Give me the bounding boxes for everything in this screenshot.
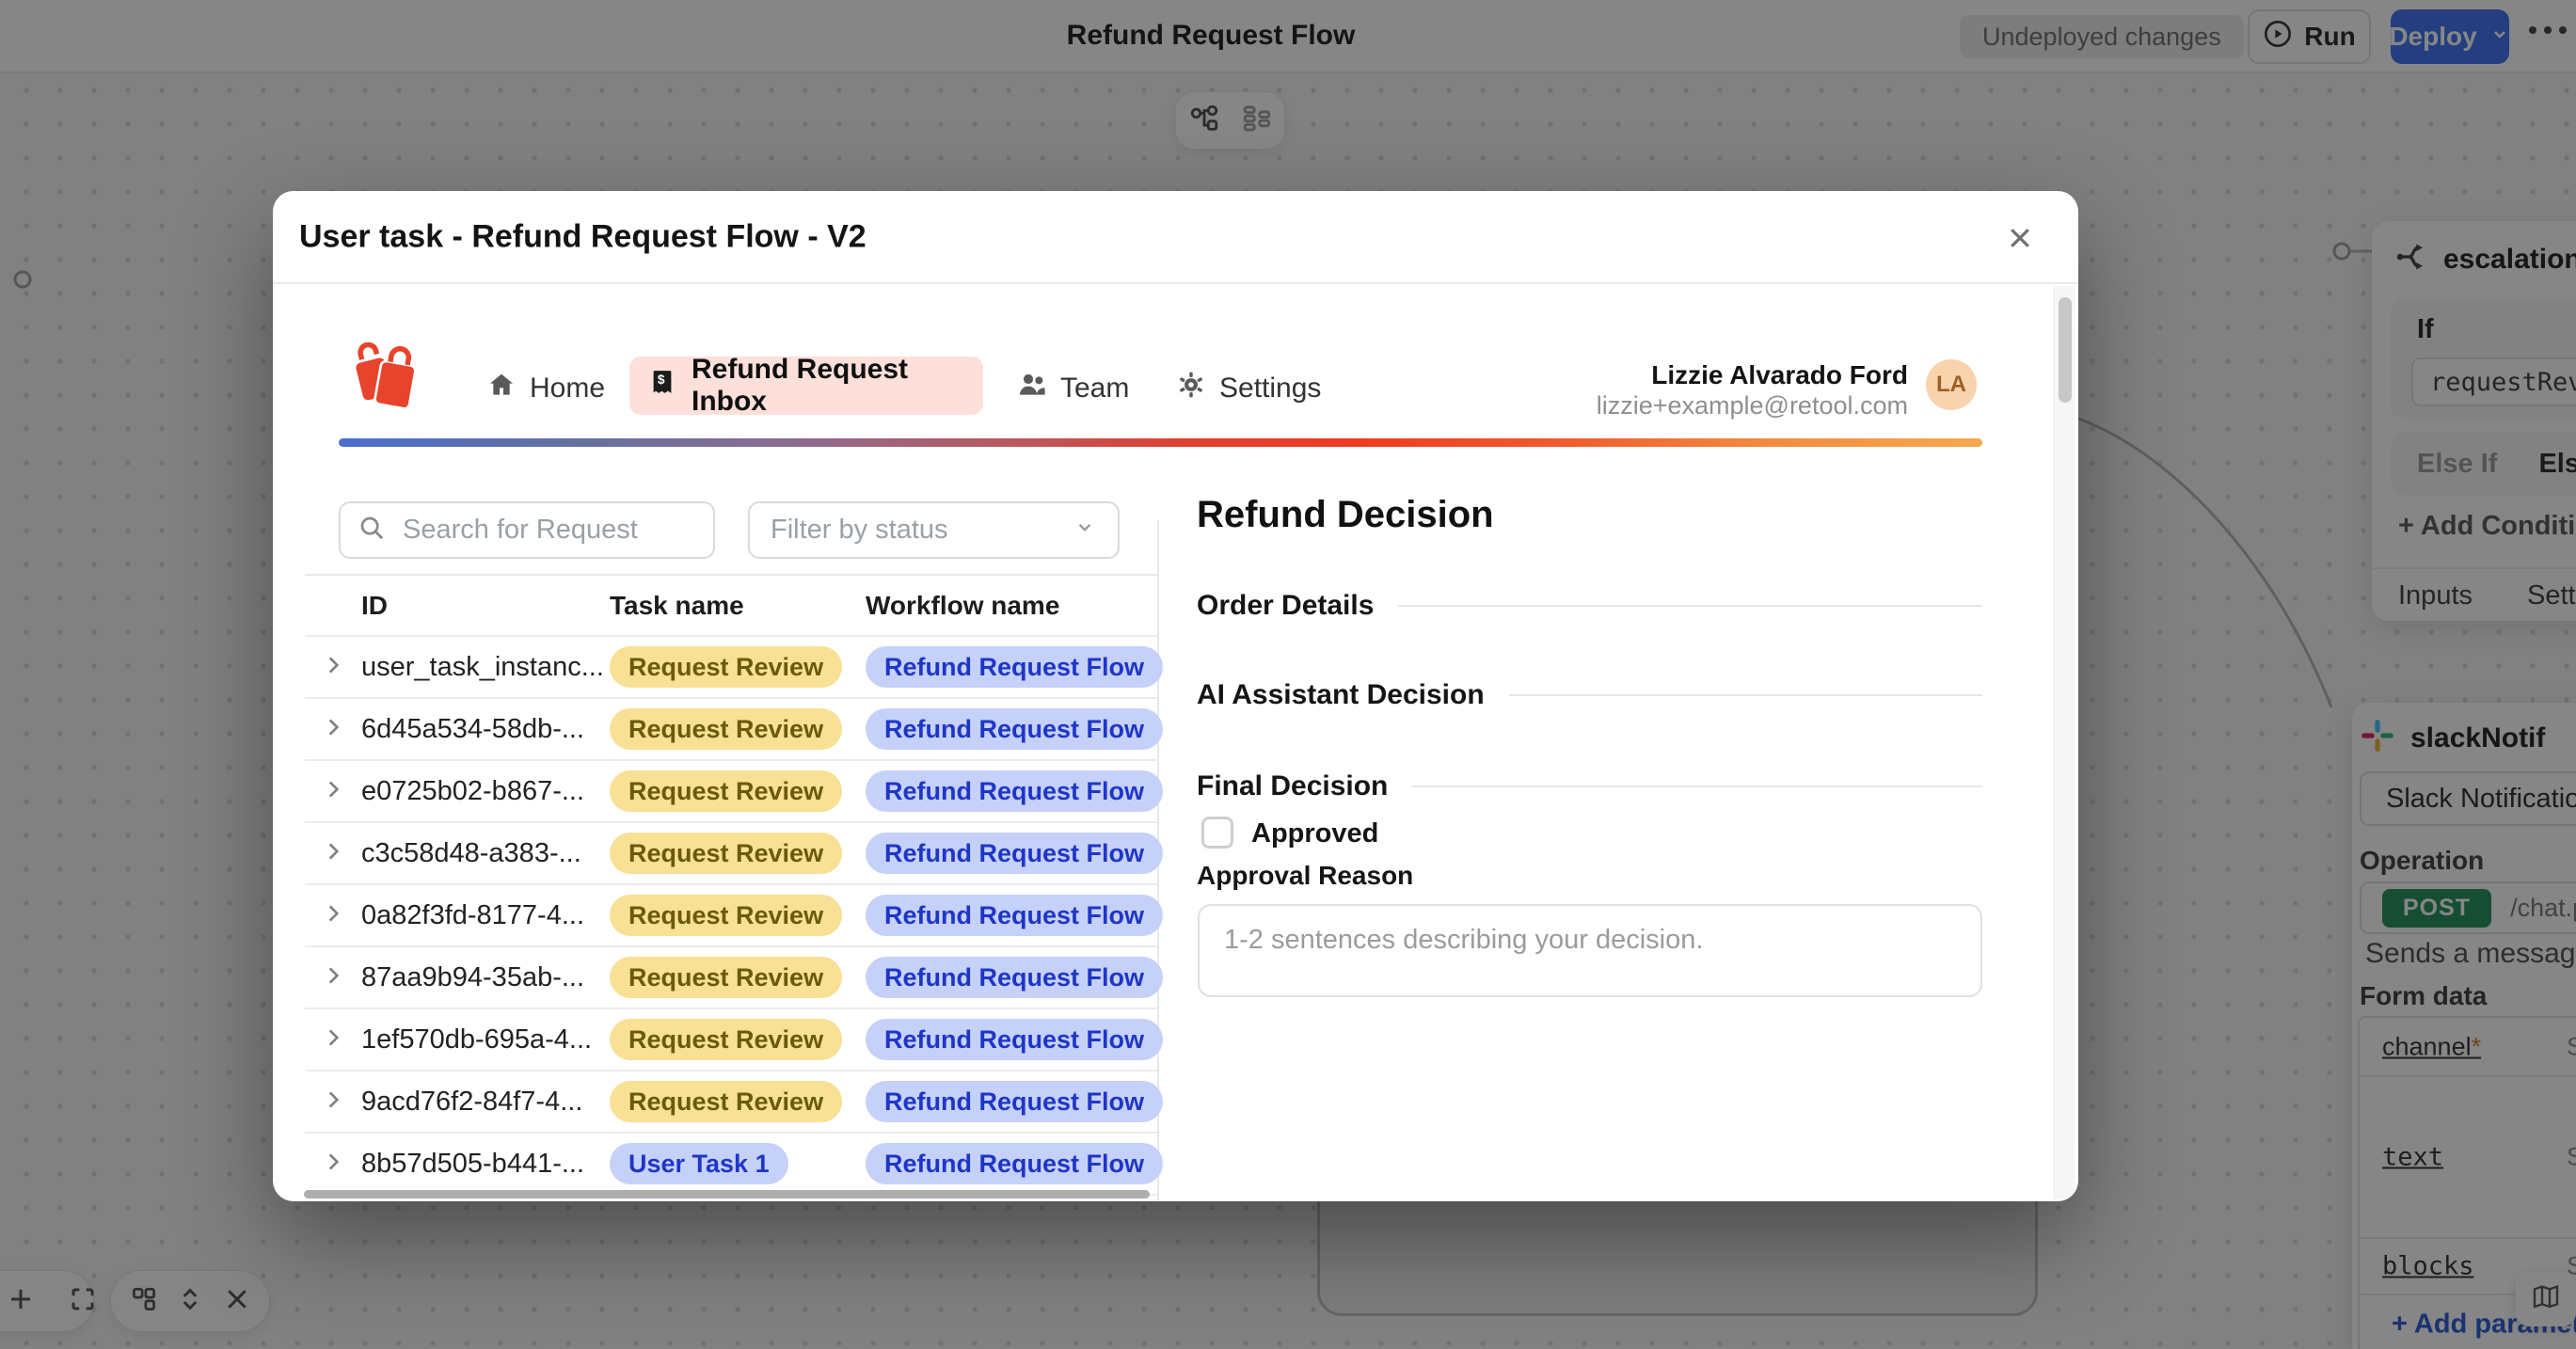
chevron-right-icon[interactable] xyxy=(321,839,345,868)
approved-label: Approved xyxy=(1251,818,1378,849)
task-badge: Request Review xyxy=(610,895,842,936)
task-badge: Request Review xyxy=(610,708,842,750)
shop-logo-icon xyxy=(350,339,420,417)
approved-checkbox[interactable] xyxy=(1201,817,1233,849)
table-row[interactable]: user_task_instanc... Request Review Refu… xyxy=(305,637,1157,699)
approval-reason-label: Approval Reason xyxy=(1197,861,1413,891)
table-row[interactable]: e0725b02-b867-... Request Review Refund … xyxy=(305,761,1157,823)
task-badge: Request Review xyxy=(610,957,842,998)
table-header: ID Task name Workflow name xyxy=(305,576,1157,637)
nav-refund-request-inbox[interactable]: $ Refund Request Inbox xyxy=(629,357,983,415)
task-badge: Request Review xyxy=(610,1019,842,1060)
workflow-badge: Refund Request Flow xyxy=(866,1081,1163,1122)
workflow-badge: Refund Request Flow xyxy=(866,708,1163,750)
modal-scrollbar-thumb[interactable] xyxy=(2059,297,2072,403)
chevron-right-icon[interactable] xyxy=(321,1087,345,1117)
workflow-badge: Refund Request Flow xyxy=(866,1019,1163,1060)
task-badge: User Task 1 xyxy=(610,1143,788,1184)
section-ai-assistant-decision: AI Assistant Decision xyxy=(1197,679,1982,711)
table-row[interactable]: 87aa9b94-35ab-... Request Review Refund … xyxy=(305,947,1157,1009)
workflow-badge: Refund Request Flow xyxy=(866,770,1163,812)
nav-settings[interactable]: Settings xyxy=(1176,370,1321,407)
col-id: ID xyxy=(361,591,610,621)
workflow-badge: Refund Request Flow xyxy=(866,895,1163,936)
avatar[interactable]: LA xyxy=(1926,359,1977,410)
horizontal-scrollbar[interactable] xyxy=(304,1190,1150,1198)
search-icon xyxy=(358,514,386,547)
chevron-right-icon[interactable] xyxy=(321,1150,345,1179)
table-row[interactable]: 0a82f3fd-8177-4... Request Review Refund… xyxy=(305,885,1157,947)
status-filter-select[interactable]: Filter by status xyxy=(748,501,1120,559)
chevron-right-icon[interactable] xyxy=(321,777,345,806)
team-icon xyxy=(1017,370,1047,407)
chevron-right-icon[interactable] xyxy=(321,963,345,992)
table-row[interactable]: 1ef570db-695a-4... Request Review Refund… xyxy=(305,1009,1157,1071)
section-final-decision: Final Decision xyxy=(1197,770,1982,802)
col-workflow-name: Workflow name xyxy=(866,591,1157,621)
chevron-right-icon[interactable] xyxy=(321,715,345,744)
user-name: Lizzie Alvarado Ford xyxy=(1496,360,1908,390)
table-row[interactable]: 8b57d505-b441-... User Task 1 Refund Req… xyxy=(305,1134,1157,1196)
modal-header: User task - Refund Request Flow - V2 xyxy=(273,191,2078,284)
svg-text:$: $ xyxy=(658,373,665,387)
approval-reason-textarea[interactable] xyxy=(1198,904,1982,997)
workflow-badge: Refund Request Flow xyxy=(866,646,1163,688)
workflow-badge: Refund Request Flow xyxy=(866,957,1163,998)
detail-title: Refund Decision xyxy=(1197,494,1494,536)
close-icon[interactable] xyxy=(2003,221,2037,255)
chevron-right-icon[interactable] xyxy=(321,1025,345,1055)
brand-gradient-bar xyxy=(339,438,1982,447)
workflow-editor: Refund Request Flow Undeployed changes R… xyxy=(0,0,2576,1349)
workflow-badge: Refund Request Flow xyxy=(866,833,1163,874)
chevron-down-icon xyxy=(1073,515,1097,547)
nav-home[interactable]: Home xyxy=(486,370,605,407)
task-badge: Request Review xyxy=(610,646,842,688)
home-icon xyxy=(486,370,517,407)
section-order-details: Order Details xyxy=(1197,590,1982,622)
user-task-modal: User task - Refund Request Flow - V2 xyxy=(273,191,2078,1201)
task-badge: Request Review xyxy=(610,1081,842,1122)
table-row[interactable]: c3c58d48-a383-... Request Review Refund … xyxy=(305,823,1157,885)
col-task-name: Task name xyxy=(610,591,866,621)
modal-scrollbar-track[interactable] xyxy=(2054,286,2075,1199)
workflow-badge: Refund Request Flow xyxy=(866,1143,1163,1184)
modal-title: User task - Refund Request Flow - V2 xyxy=(299,218,867,255)
search-input[interactable] xyxy=(401,514,696,547)
task-badge: Request Review xyxy=(610,833,842,874)
search-input-wrap xyxy=(339,501,715,559)
table-row[interactable]: 9acd76f2-84f7-4... Request Review Refund… xyxy=(305,1071,1157,1134)
table-row[interactable]: 6d45a534-58db-... Request Review Refund … xyxy=(305,699,1157,761)
current-user: Lizzie Alvarado Ford lizzie+example@reto… xyxy=(1496,360,1908,421)
user-email: lizzie+example@retool.com xyxy=(1496,390,1908,421)
nav-team[interactable]: Team xyxy=(1017,370,1129,407)
receipt-icon: $ xyxy=(648,368,676,404)
chevron-right-icon[interactable] xyxy=(321,901,345,930)
chevron-right-icon[interactable] xyxy=(321,653,345,682)
task-table: ID Task name Workflow name user_task_ins… xyxy=(305,574,1157,1196)
gear-icon xyxy=(1176,370,1206,407)
task-badge: Request Review xyxy=(610,770,842,812)
